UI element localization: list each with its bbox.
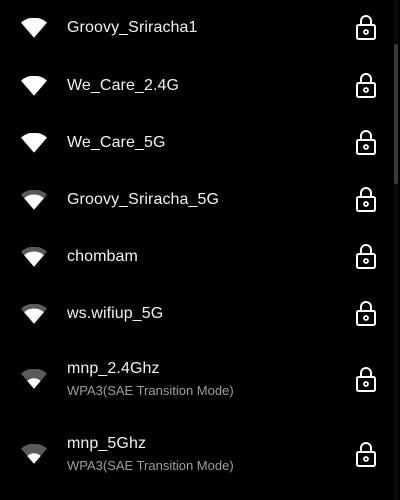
wifi-network-item[interactable]: We_Care_2.4G [0,58,390,114]
lock-icon [355,440,377,468]
scrollbar-thumb[interactable] [394,44,398,184]
network-name: Groovy_Sriracha_5G [67,191,220,208]
network-name: We_Care_5G [67,134,166,151]
lock-icon [355,13,377,41]
wifi-network-item[interactable]: Groovy_Sriracha_5G [0,172,390,228]
wifi-full-icon [21,133,47,153]
lock-icon [355,185,377,213]
wifi-medium-icon [21,444,47,464]
network-name: Groovy_Sriracha1 [67,19,198,36]
wifi-strong-icon [21,304,47,324]
network-security-label: WPA3(SAE Transition Mode) [67,383,234,398]
lock-icon [355,299,377,327]
network-name: ws.wifiup_5G [67,305,164,322]
wifi-network-item[interactable]: mnp_5Ghz WPA3(SAE Transition Mode) [0,421,390,487]
lock-icon [355,365,377,393]
wifi-network-item[interactable]: chombam [0,229,390,285]
network-security-label: WPA3(SAE Transition Mode) [67,458,234,473]
network-name: mnp_5Ghz [67,435,147,452]
wifi-network-item[interactable]: Groovy_Sriracha1 [0,0,390,56]
wifi-full-icon [21,76,47,96]
wifi-strong-icon [21,190,47,210]
wifi-network-item[interactable]: ws.wifiup_5G [0,286,390,342]
wifi-network-item[interactable]: mnp_2.4Ghz WPA3(SAE Transition Mode) [0,346,390,412]
wifi-full-icon [21,18,47,38]
network-name: We_Care_2.4G [67,77,180,94]
network-name: chombam [67,248,138,265]
lock-icon [355,128,377,156]
wifi-network-item[interactable]: We_Care_5G [0,115,390,171]
wifi-network-list: Groovy_Sriracha1 We_Care_2.4G We_Care_5G… [0,0,400,500]
wifi-strong-icon [21,247,47,267]
network-name: mnp_2.4Ghz [67,360,160,377]
scrollbar[interactable] [394,0,398,500]
lock-icon [355,71,377,99]
wifi-medium-icon [21,369,47,389]
lock-icon [355,242,377,270]
